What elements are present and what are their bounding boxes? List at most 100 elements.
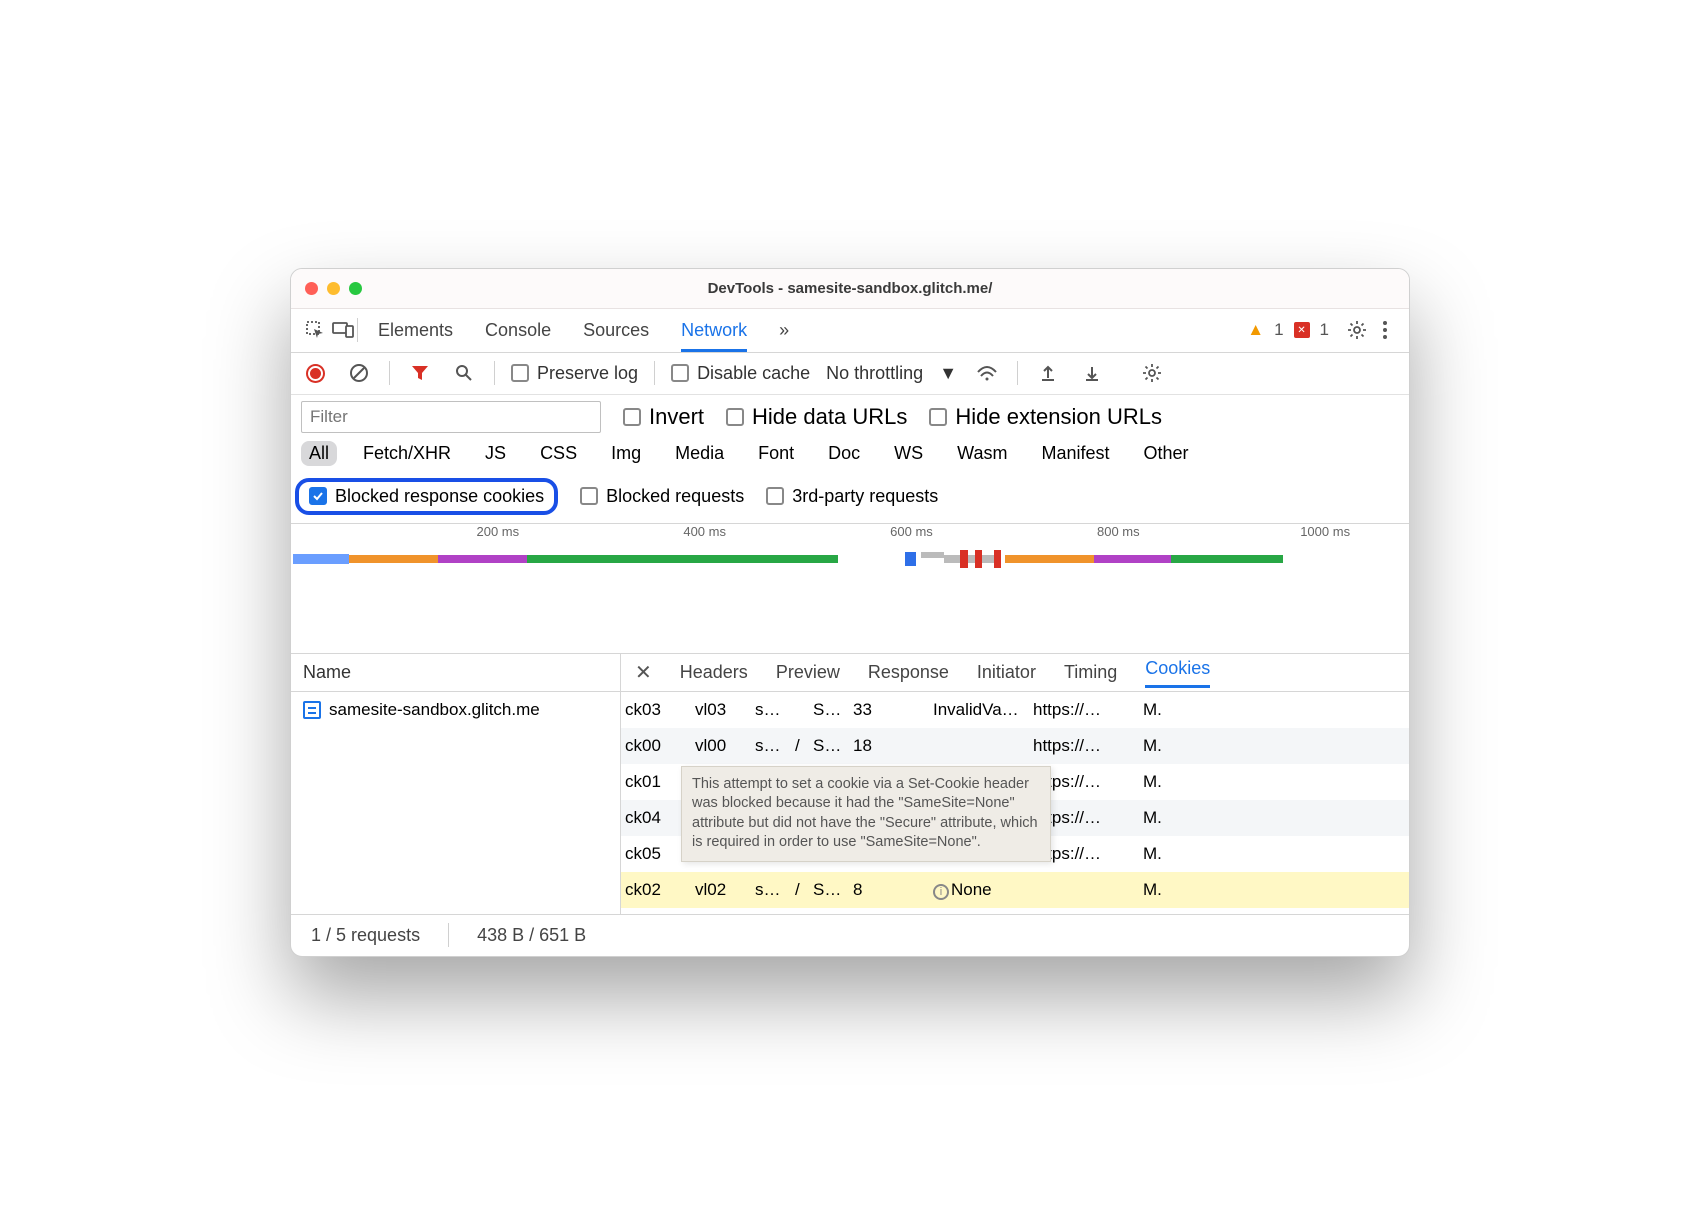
clear-icon[interactable] bbox=[345, 359, 373, 387]
column-header-name[interactable]: Name bbox=[291, 654, 620, 692]
type-filter-media[interactable]: Media bbox=[667, 441, 732, 466]
search-icon[interactable] bbox=[450, 359, 478, 387]
cookie-cell-samesite: iNone bbox=[929, 880, 1029, 900]
blocked-response-label: Blocked response cookies bbox=[335, 486, 544, 507]
cookie-cell-priority: M. bbox=[1139, 700, 1183, 720]
cookie-cell-priority: M. bbox=[1139, 736, 1183, 756]
throttling-label: No throttling bbox=[826, 363, 923, 384]
cookie-cell-expires: S… bbox=[809, 700, 849, 720]
type-filter-ws[interactable]: WS bbox=[886, 441, 931, 466]
cookie-cell-priority: M. bbox=[1139, 772, 1183, 792]
inspect-icon[interactable] bbox=[301, 316, 329, 344]
cookies-table[interactable]: This attempt to set a cookie via a Set-C… bbox=[621, 692, 1409, 914]
type-filter-fetchxhr[interactable]: Fetch/XHR bbox=[355, 441, 459, 466]
tab-elements[interactable]: Elements bbox=[378, 310, 453, 351]
filter-input[interactable] bbox=[301, 401, 601, 433]
network-toolbar: Preserve log Disable cache No throttling… bbox=[291, 353, 1409, 395]
tab-preview[interactable]: Preview bbox=[776, 662, 840, 683]
cookie-cell-name: ck00 bbox=[621, 736, 691, 756]
third-party-label: 3rd-party requests bbox=[792, 486, 938, 507]
cookie-cell-name: ck02 bbox=[621, 880, 691, 900]
tab-headers[interactable]: Headers bbox=[680, 662, 748, 683]
cookie-cell-size: 8 bbox=[849, 880, 889, 900]
error-icon: ✕ bbox=[1294, 322, 1310, 338]
hide-data-label: Hide data URLs bbox=[752, 404, 907, 430]
hide-data-urls-checkbox[interactable]: Hide data URLs bbox=[726, 404, 907, 430]
tab-console[interactable]: Console bbox=[485, 310, 551, 351]
separator bbox=[1017, 361, 1018, 385]
requests-pane: Name samesite-sandbox.glitch.me ✕ Header… bbox=[291, 654, 1409, 914]
tab-network[interactable]: Network bbox=[681, 310, 747, 352]
timeline-tick: 1000 ms bbox=[1300, 524, 1350, 539]
type-filter-wasm[interactable]: Wasm bbox=[949, 441, 1015, 466]
transfer-size: 438 B / 651 B bbox=[477, 925, 586, 946]
network-conditions-icon[interactable] bbox=[973, 359, 1001, 387]
cookie-cell-domain: s… bbox=[751, 880, 791, 900]
traffic-lights bbox=[291, 282, 362, 295]
type-filter-manifest[interactable]: Manifest bbox=[1034, 441, 1118, 466]
minimize-window-icon[interactable] bbox=[327, 282, 340, 295]
type-filter-font[interactable]: Font bbox=[750, 441, 802, 466]
cookie-cell-expires: S… bbox=[809, 880, 849, 900]
tab-cookies[interactable]: Cookies bbox=[1145, 658, 1210, 688]
timeline-tick: 400 ms bbox=[683, 524, 726, 539]
request-row[interactable]: samesite-sandbox.glitch.me bbox=[291, 692, 620, 728]
separator bbox=[654, 361, 655, 385]
warning-count: 1 bbox=[1274, 320, 1283, 340]
record-button[interactable] bbox=[301, 359, 329, 387]
devtools-window: DevTools - samesite-sandbox.glitch.me/ E… bbox=[290, 268, 1410, 957]
filter-row: Invert Hide data URLs Hide extension URL… bbox=[291, 395, 1409, 437]
settings-icon[interactable] bbox=[1343, 316, 1371, 344]
type-filter-doc[interactable]: Doc bbox=[820, 441, 868, 466]
blocked-requests-checkbox[interactable]: Blocked requests bbox=[580, 486, 744, 507]
network-settings-icon[interactable] bbox=[1138, 359, 1166, 387]
type-filter-other[interactable]: Other bbox=[1136, 441, 1197, 466]
requests-count: 1 / 5 requests bbox=[311, 925, 420, 946]
tab-sources[interactable]: Sources bbox=[583, 310, 649, 351]
separator bbox=[448, 923, 449, 947]
blocked-requests-label: Blocked requests bbox=[606, 486, 744, 507]
download-icon[interactable] bbox=[1078, 359, 1106, 387]
cookie-row[interactable]: ck03vl03s…S…33InvalidVa…https://…M. bbox=[621, 692, 1409, 728]
invert-label: Invert bbox=[649, 404, 704, 430]
throttling-select[interactable]: No throttling ▼ bbox=[826, 363, 957, 384]
tab-response[interactable]: Response bbox=[868, 662, 949, 683]
timeline-overview[interactable]: 200 ms400 ms600 ms800 ms1000 ms bbox=[291, 524, 1409, 654]
disable-cache-checkbox[interactable]: Disable cache bbox=[671, 363, 810, 384]
request-name-label: samesite-sandbox.glitch.me bbox=[329, 700, 540, 720]
upload-icon[interactable] bbox=[1034, 359, 1062, 387]
device-toggle-icon[interactable] bbox=[329, 316, 357, 344]
cookie-row[interactable]: ck02vl02s…/S…8iNoneM. bbox=[621, 872, 1409, 908]
tab-initiator[interactable]: Initiator bbox=[977, 662, 1036, 683]
hide-extension-urls-checkbox[interactable]: Hide extension URLs bbox=[929, 404, 1162, 430]
cookie-cell-secure: https://… bbox=[1029, 736, 1139, 756]
cookie-cell-path: / bbox=[791, 736, 809, 756]
third-party-requests-checkbox[interactable]: 3rd-party requests bbox=[766, 486, 938, 507]
preserve-log-checkbox[interactable]: Preserve log bbox=[511, 363, 638, 384]
type-filter-css[interactable]: CSS bbox=[532, 441, 585, 466]
type-filter-img[interactable]: Img bbox=[603, 441, 649, 466]
tab-more[interactable]: » bbox=[779, 310, 789, 351]
close-window-icon[interactable] bbox=[305, 282, 318, 295]
blocked-response-cookies-checkbox[interactable]: Blocked response cookies bbox=[295, 478, 558, 515]
type-filters: All Fetch/XHR JS CSS Img Media Font Doc WS Wasm Ma… bbox=[291, 437, 1409, 474]
filter-icon[interactable] bbox=[406, 359, 434, 387]
cookie-row[interactable]: ck00vl00s…/S…18https://…M. bbox=[621, 728, 1409, 764]
warning-icon: ▲ bbox=[1247, 320, 1264, 340]
close-icon[interactable]: ✕ bbox=[635, 660, 652, 685]
type-filter-js[interactable]: JS bbox=[477, 441, 514, 466]
cookie-cell-size: 33 bbox=[849, 700, 889, 720]
main-tabs: Elements Console Sources Network » bbox=[378, 310, 789, 351]
tab-timing[interactable]: Timing bbox=[1064, 662, 1117, 683]
kebab-menu-icon[interactable] bbox=[1371, 316, 1399, 344]
separator bbox=[389, 361, 390, 385]
issue-badges[interactable]: ▲ 1 ✕ 1 bbox=[1247, 320, 1329, 340]
maximize-window-icon[interactable] bbox=[349, 282, 362, 295]
type-filter-all[interactable]: All bbox=[301, 441, 337, 466]
cookie-cell-value: vl03 bbox=[691, 700, 751, 720]
preserve-log-label: Preserve log bbox=[537, 363, 638, 384]
disable-cache-label: Disable cache bbox=[697, 363, 810, 384]
invert-checkbox[interactable]: Invert bbox=[623, 404, 704, 430]
titlebar: DevTools - samesite-sandbox.glitch.me/ bbox=[291, 269, 1409, 309]
cookie-cell-value: vl00 bbox=[691, 736, 751, 756]
